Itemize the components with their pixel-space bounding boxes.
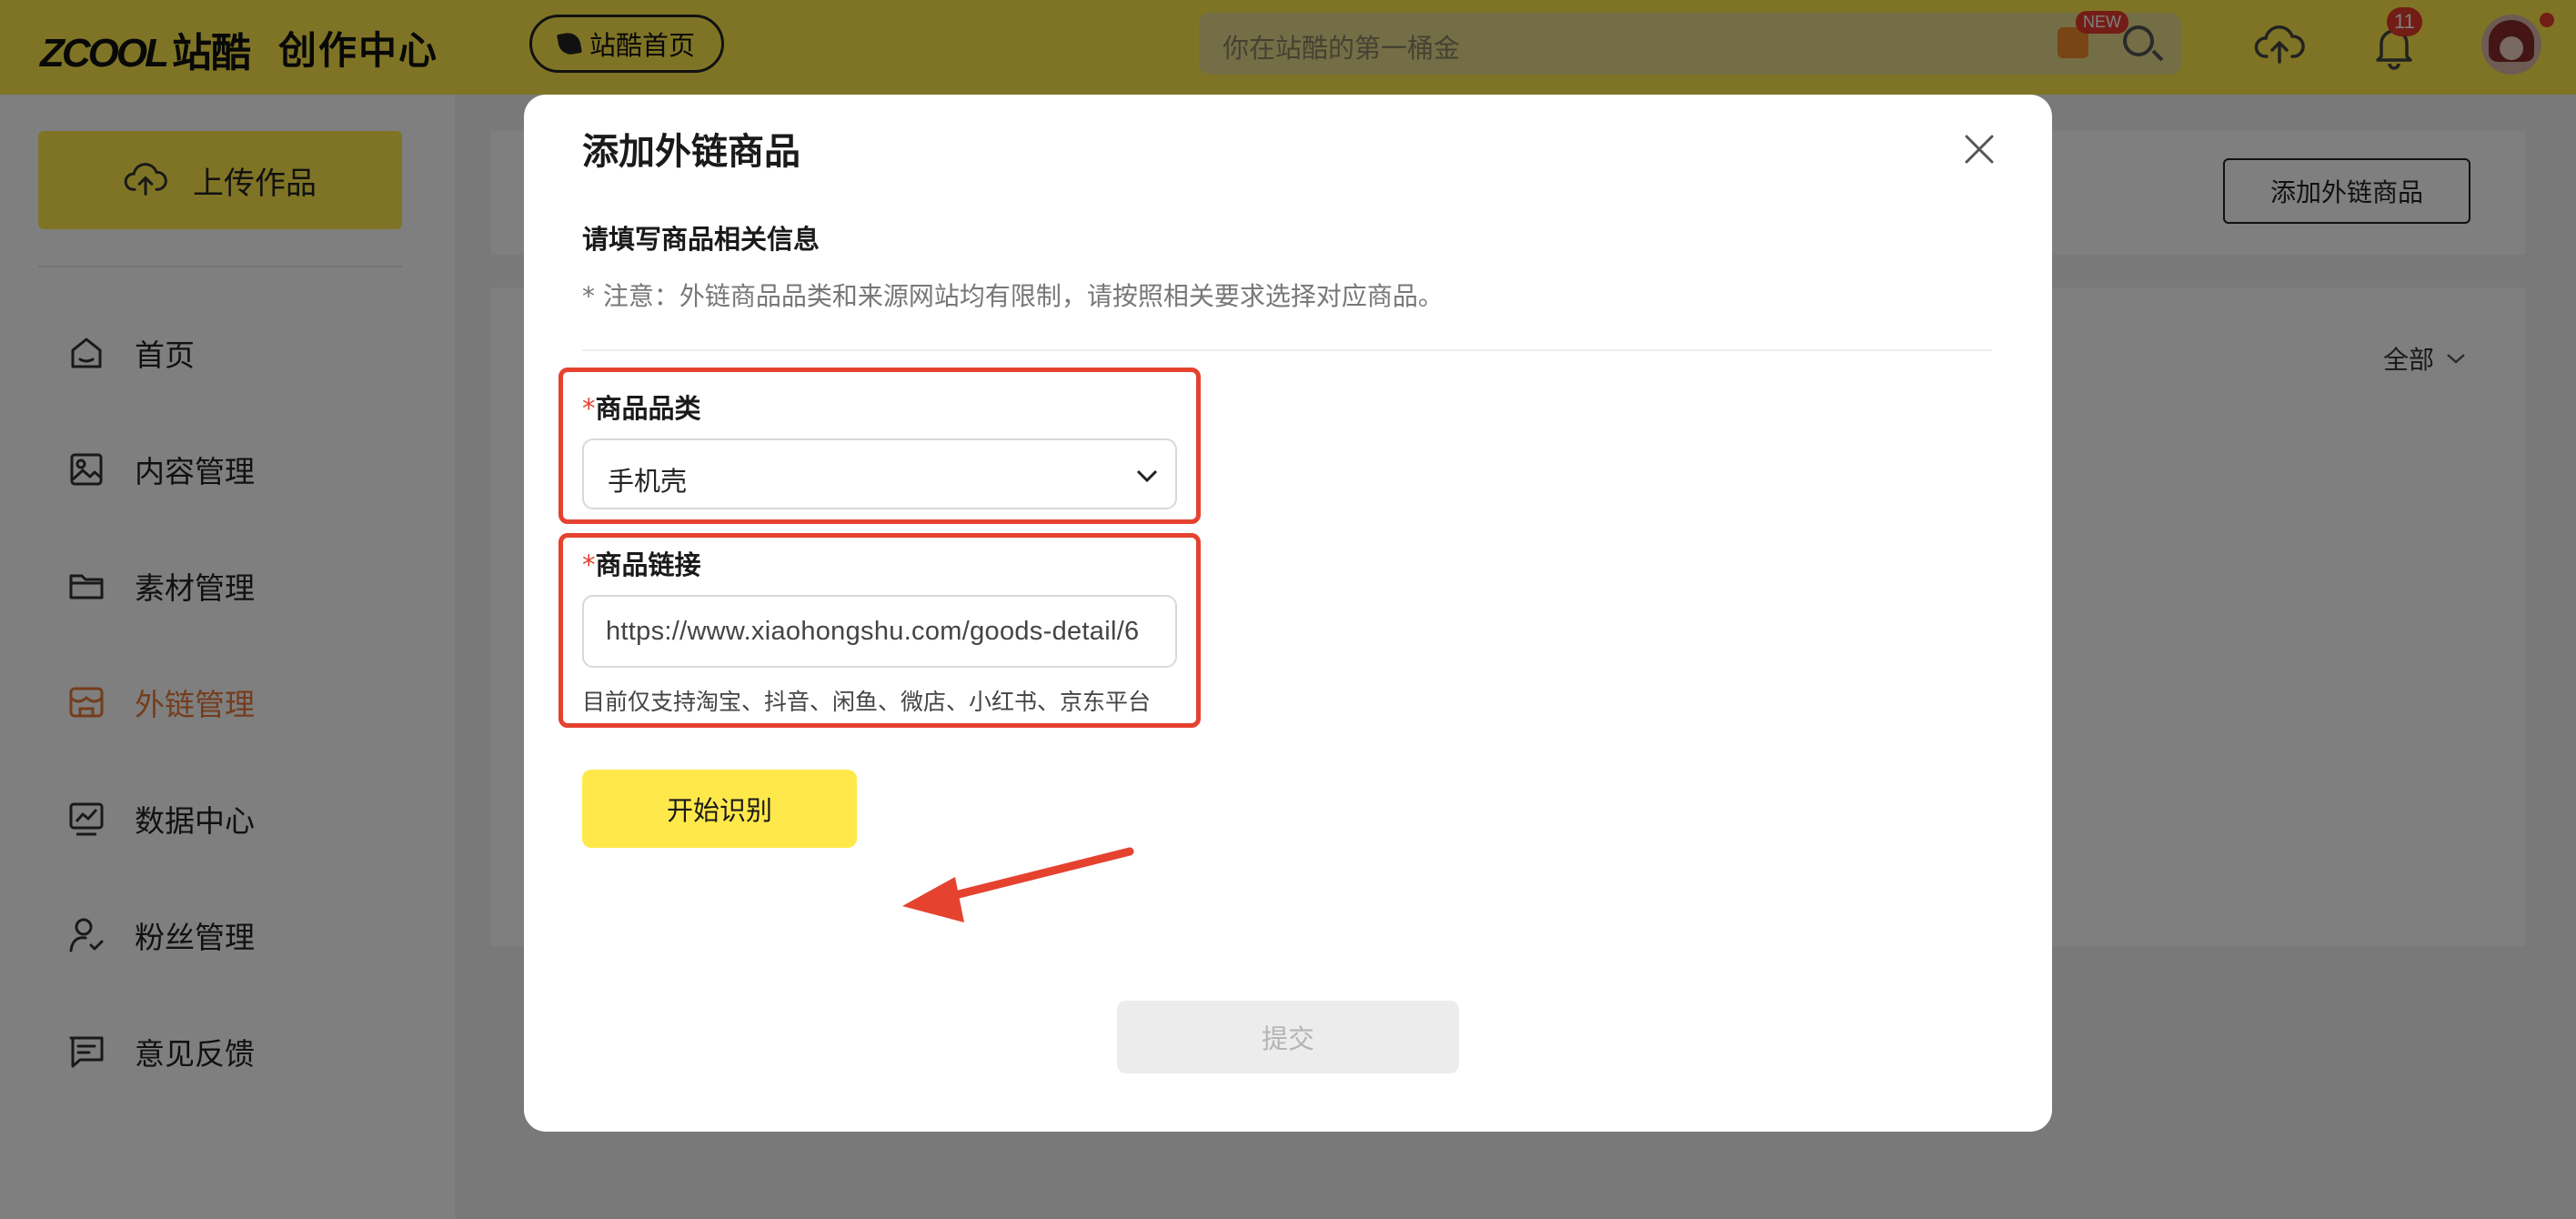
section-title: 请填写商品相关信息: [582, 224, 820, 255]
link-label: *商品链接: [582, 544, 701, 582]
annotation-arrow-icon: [902, 847, 1134, 922]
required-mark: *: [582, 549, 596, 580]
product-link-input[interactable]: https://www.xiaohongshu.com/goods-detail…: [582, 595, 1177, 668]
start-recognition-button[interactable]: 开始识别: [582, 770, 857, 848]
notice-text: * 注意：外链商品品类和来源网站均有限制，请按照相关要求选择对应商品。: [582, 281, 1444, 311]
submit-button[interactable]: 提交: [1117, 1001, 1459, 1073]
close-icon[interactable]: [1957, 127, 2001, 171]
category-label-text: 商品品类: [595, 393, 701, 424]
category-label: *商品品类: [582, 388, 701, 426]
link-label-text: 商品链接: [595, 549, 701, 580]
add-external-product-dialog: 添加外链商品 请填写商品相关信息 * 注意：外链商品品类和来源网站均有限制，请按…: [524, 95, 2052, 1132]
category-select[interactable]: 手机壳: [582, 438, 1177, 509]
product-link-value: https://www.xiaohongshu.com/goods-detail…: [606, 617, 1140, 646]
category-value: 手机壳: [608, 466, 688, 497]
section-divider: [582, 349, 1992, 351]
chevron-down-icon: [1136, 469, 1158, 483]
supported-platforms-hint: 目前仅支持淘宝、抖音、闲鱼、微店、小红书、京东平台: [582, 689, 1152, 715]
dialog-title: 添加外链商品: [582, 131, 800, 173]
required-mark: *: [582, 393, 596, 424]
